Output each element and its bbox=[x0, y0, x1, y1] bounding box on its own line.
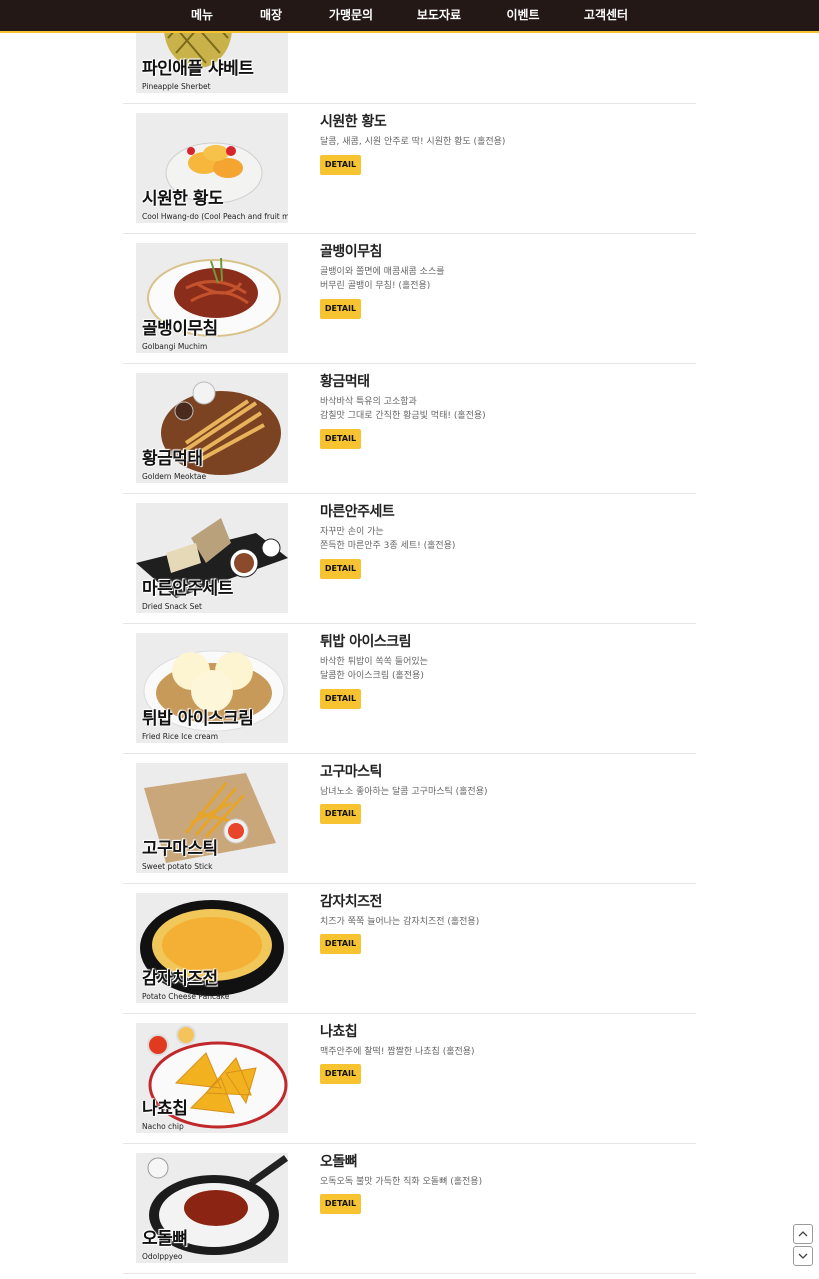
description-line: 치즈가 쭉쭉 늘어나는 감자치즈전 (홀전용) bbox=[320, 917, 480, 927]
description-line: 오독오독 불맛 가득한 직화 오돌뼈 (홀전용) bbox=[320, 1177, 483, 1187]
menu-item-description: 치즈가 쭉쭉 늘어나는 감자치즈전 (홀전용) bbox=[320, 915, 479, 929]
thumbnail-english-label: Odolppyeo bbox=[142, 1252, 183, 1261]
description-line: 버무린 골뱅이 무침! (홀전용) bbox=[320, 281, 431, 291]
menu-item-title: 골뱅이무침 bbox=[320, 244, 382, 260]
description-line: 바삭바삭 특유의 고소함과 bbox=[320, 397, 417, 407]
thumbnail-english-label: Pineapple Sherbet bbox=[142, 82, 211, 91]
menu-thumbnail[interactable]: 오돌뼈 Odolppyeo bbox=[136, 1153, 288, 1263]
thumbnail-korean-label: 황금먹태 bbox=[142, 449, 203, 469]
nav-item-franchise[interactable]: 가맹문의 bbox=[329, 0, 373, 31]
menu-item-title: 시원한 황도 bbox=[320, 114, 387, 130]
scroll-to-bottom-button[interactable] bbox=[793, 1246, 813, 1266]
thumbnail-korean-label: 마른안주세트 bbox=[142, 579, 233, 599]
menu-item-sweetpotato: 고구마스틱 Sweet potato Stick 고구마스틱 남녀노소 좋아하는… bbox=[123, 753, 696, 884]
thumbnail-korean-label: 감자치즈전 bbox=[142, 969, 218, 989]
description-line: 감칠맛 그대로 간직한 황금빛 먹태! (홀전용) bbox=[320, 411, 486, 421]
detail-button[interactable]: DETAIL bbox=[320, 934, 361, 954]
detail-button[interactable]: DETAIL bbox=[320, 559, 361, 579]
menu-thumbnail[interactable]: 마른안주세트 Dried Snack Set bbox=[136, 503, 288, 613]
menu-item-hwangdo: 시원한 황도 Cool Hwang-do (Cool Peach and fru… bbox=[123, 103, 696, 234]
menu-item-description: 골뱅이와 쫄면에 매콤새콤 소스를 버무린 골뱅이 무침! (홀전용) bbox=[320, 265, 445, 293]
description-line: 달콤한 아이스크림 (홀전용) bbox=[320, 671, 424, 681]
menu-item-title: 황금먹태 bbox=[320, 374, 370, 390]
menu-item-description: 맥주안주에 찰떡! 짭짤한 나쵸칩 (홀전용) bbox=[320, 1045, 475, 1059]
thumbnail-korean-label: 나쵸칩 bbox=[142, 1099, 188, 1119]
thumbnail-english-label: Potato Cheese Pancake bbox=[142, 992, 230, 1001]
menu-item-title: 오돌뼈 bbox=[320, 1154, 358, 1170]
menu-item-title: 고구마스틱 bbox=[320, 764, 382, 780]
detail-button[interactable]: DETAIL bbox=[320, 155, 361, 175]
menu-item-icecream: 튀밥 아이스크림 Fried Rice Ice cream 튀밥 아이스크림 바… bbox=[123, 623, 696, 754]
detail-button[interactable]: DETAIL bbox=[320, 804, 361, 824]
menu-item-description: 바삭바삭 특유의 고소함과 감칠맛 그대로 간직한 황금빛 먹태! (홀전용) bbox=[320, 395, 486, 423]
detail-button[interactable]: DETAIL bbox=[320, 299, 361, 319]
menu-thumbnail[interactable]: 시원한 황도 Cool Hwang-do (Cool Peach and fru… bbox=[136, 113, 288, 223]
thumbnail-english-label: Goldern Meoktae bbox=[142, 472, 207, 481]
menu-item-description: 남녀노소 좋아하는 달콤 고구마스틱 (홀전용) bbox=[320, 785, 488, 799]
menu-thumbnail[interactable]: 골뱅이무침 Golbangi Muchim bbox=[136, 243, 288, 353]
menu-thumbnail[interactable]: 황금먹태 Goldern Meoktae bbox=[136, 373, 288, 483]
nav-item-stores[interactable]: 매장 bbox=[260, 0, 282, 31]
nav-item-customer-center[interactable]: 고객센터 bbox=[584, 0, 628, 31]
menu-item-title: 마른안주세트 bbox=[320, 504, 395, 520]
thumbnail-english-label: Cool Hwang-do (Cool Peach and fruit mix) bbox=[142, 212, 288, 221]
menu-item-potatocheese: 감자치즈전 Potato Cheese Pancake 감자치즈전 치즈가 쭉쭉… bbox=[123, 883, 696, 1014]
description-line: 골뱅이와 쫄면에 매콤새콤 소스를 bbox=[320, 267, 445, 277]
menu-item-description: 자꾸만 손이 가는 쫀득한 마른안주 3종 세트! (홀전용) bbox=[320, 525, 455, 553]
description-line: 자꾸만 손이 가는 bbox=[320, 527, 384, 537]
thumbnail-english-label: Fried Rice Ice cream bbox=[142, 732, 219, 741]
detail-button[interactable]: DETAIL bbox=[320, 429, 361, 449]
nav-item-press[interactable]: 보도자료 bbox=[417, 0, 461, 31]
menu-item-meoktae: 황금먹태 Goldern Meoktae 황금먹태 바삭바삭 특유의 고소함과 … bbox=[123, 363, 696, 494]
thumbnail-english-label: Nacho chip bbox=[142, 1122, 184, 1131]
scroll-to-top-button[interactable] bbox=[793, 1224, 813, 1244]
menu-item-description: 바삭한 튀밥이 쏙쏙 들어있는 달콤한 아이스크림 (홀전용) bbox=[320, 655, 428, 683]
description-line: 남녀노소 좋아하는 달콤 고구마스틱 (홀전용) bbox=[320, 787, 488, 797]
menu-item-description: 오독오독 불맛 가득한 직화 오돌뼈 (홀전용) bbox=[320, 1175, 482, 1189]
menu-item-title: 나쵸칩 bbox=[320, 1024, 358, 1040]
menu-item-title: 감자치즈전 bbox=[320, 894, 382, 910]
top-navigation-bar: 메뉴 매장 가맹문의 보도자료 이벤트 고객센터 bbox=[0, 0, 819, 33]
chevron-up-icon bbox=[798, 1231, 808, 1237]
thumbnail-korean-label: 오돌뼈 bbox=[142, 1229, 188, 1249]
menu-thumbnail[interactable]: 감자치즈전 Potato Cheese Pancake bbox=[136, 893, 288, 1003]
thumbnail-english-label: Dried Snack Set bbox=[142, 602, 202, 611]
chevron-down-icon bbox=[798, 1253, 808, 1259]
detail-button[interactable]: DETAIL bbox=[320, 1194, 361, 1214]
description-line: 달콤, 새콤, 시원 안주로 딱! 시원한 황도 (홀전용) bbox=[320, 137, 506, 147]
description-line: 쫀득한 마른안주 3종 세트! (홀전용) bbox=[320, 541, 456, 551]
menu-item-odolppyeo: 오돌뼈 Odolppyeo 오돌뼈 오독오독 불맛 가득한 직화 오돌뼈 (홀전… bbox=[123, 1143, 696, 1274]
nav-item-events[interactable]: 이벤트 bbox=[506, 0, 539, 31]
menu-item-golbangi: 골뱅이무침 Golbangi Muchim 골뱅이무침 골뱅이와 쫄면에 매콤새… bbox=[123, 233, 696, 364]
detail-button[interactable]: DETAIL bbox=[320, 689, 361, 709]
description-line: 맥주안주에 찰떡! 짭짤한 나쵸칩 (홀전용) bbox=[320, 1047, 475, 1057]
menu-list: 파인애플 샤베트 Pineapple Sherbet DETAIL 시원한 황도… bbox=[0, 0, 819, 1279]
thumbnail-korean-label: 골뱅이무침 bbox=[142, 319, 218, 339]
thumbnail-korean-label: 튀밥 아이스크림 bbox=[142, 709, 254, 729]
menu-item-description: 달콤, 새콤, 시원 안주로 딱! 시원한 황도 (홀전용) bbox=[320, 135, 505, 149]
description-line: 바삭한 튀밥이 쏙쏙 들어있는 bbox=[320, 657, 428, 667]
nav-item-menu[interactable]: 메뉴 bbox=[191, 0, 213, 31]
thumbnail-korean-label: 시원한 황도 bbox=[142, 189, 224, 209]
menu-thumbnail[interactable]: 고구마스틱 Sweet potato Stick bbox=[136, 763, 288, 873]
menu-thumbnail[interactable]: 튀밥 아이스크림 Fried Rice Ice cream bbox=[136, 633, 288, 743]
menu-item-nacho: 나쵸칩 Nacho chip 나쵸칩 맥주안주에 찰떡! 짭짤한 나쵸칩 (홀전… bbox=[123, 1013, 696, 1144]
menu-item-title: 튀밥 아이스크림 bbox=[320, 634, 412, 650]
thumbnail-korean-label: 고구마스틱 bbox=[142, 839, 218, 859]
menu-item-snackset: 마른안주세트 Dried Snack Set 마른안주세트 자꾸만 손이 가는 … bbox=[123, 493, 696, 624]
menu-thumbnail[interactable]: 나쵸칩 Nacho chip bbox=[136, 1023, 288, 1133]
detail-button[interactable]: DETAIL bbox=[320, 1064, 361, 1084]
thumbnail-english-label: Sweet potato Stick bbox=[142, 862, 213, 871]
thumbnail-korean-label: 파인애플 샤베트 bbox=[142, 59, 254, 79]
thumbnail-english-label: Golbangi Muchim bbox=[142, 342, 208, 351]
